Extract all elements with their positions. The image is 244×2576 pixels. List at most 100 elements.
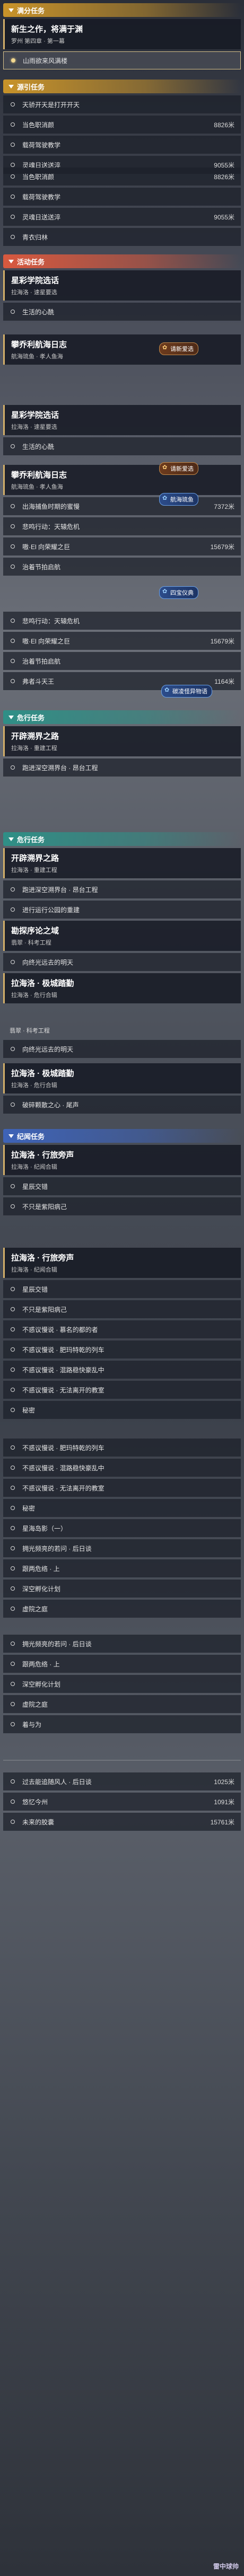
event-tag[interactable]: 请新爱选 [159, 462, 198, 475]
quest-card[interactable]: 拉海洛 · 行旅旁声 拉海洛 · 纪闻合辑 [3, 1248, 241, 1278]
radio-icon [11, 444, 15, 448]
list-item[interactable]: 嗷·El 向荣耀之巨 15679米 [3, 632, 241, 650]
list-item[interactable]: 星海岛影（一） [3, 1519, 241, 1537]
radio-icon [11, 122, 15, 127]
list-item[interactable]: 秘密 [3, 1499, 241, 1517]
list-item[interactable]: 星辰交错 [3, 1280, 241, 1298]
radio-icon [11, 1546, 15, 1550]
section-header[interactable]: 危行任务 [3, 832, 241, 846]
section-header[interactable]: 满分任务 [3, 3, 241, 17]
list-item[interactable]: 生活的心酰 [3, 303, 241, 321]
radio-icon [11, 619, 15, 623]
radio-icon [11, 1566, 15, 1571]
event-tag[interactable]: 请新爱选 [159, 342, 198, 355]
radio-icon [11, 1184, 15, 1188]
quest-card[interactable]: 拉海洛 · 极城踏勤 拉海洛 · 危行合辑 [3, 1063, 241, 1093]
list-item[interactable]: 过去能追随风人 · 后日谈 1025米 [3, 1772, 241, 1790]
list-item[interactable]: 虚院之庭 [3, 1600, 241, 1618]
radio-icon [11, 102, 15, 107]
radio-icon [11, 235, 15, 239]
quest-card[interactable]: 星彩学院选话 拉海洛 · 速星要选 [3, 270, 241, 301]
quest-card[interactable]: 攀乔利航海日志 航海琉鱼 · 孝人鱼海 [3, 465, 241, 495]
quest-card[interactable]: 新生之作，将满于渊 罗州 第四章 · 第一幕 [3, 19, 241, 49]
list-item[interactable]: 跟两危络 · 上 [3, 1559, 241, 1577]
section-record-quest-4: 拥光频亮的若问 · 后日谈 跟两危络 · 上 深空孵化计划 虚院之庭 着与为 [3, 1633, 241, 1733]
quest-card[interactable]: 星彩学院选话 拉海洛 · 速星要选 [3, 405, 241, 435]
quest-card[interactable]: 攀乔利航海日志 航海琉鱼 · 孝人鱼海 [3, 334, 241, 365]
list-item[interactable]: 灵魂日送送淬 9055米 [3, 208, 241, 226]
section-main-quest: 满分任务 新生之作，将满于渊 罗州 第四章 · 第一幕 山雨欲来风满楼 [3, 3, 241, 69]
list-item[interactable]: 不惑议慢说 · 无法离开的教室 [3, 1381, 241, 1399]
list-item[interactable]: 不惑议慢说 · 混路稳快豪乱中 [3, 1361, 241, 1379]
list-item[interactable]: 向终光远去的明天 [3, 1040, 241, 1058]
list-item[interactable]: 悠忆今州 1091米 [3, 1793, 241, 1811]
radio-icon [11, 1642, 15, 1646]
radio-icon [11, 564, 15, 569]
list-item[interactable]: 不惑议慢说 · 肥玛特乾的列车 [3, 1340, 241, 1358]
list-item[interactable]: 深空孵化计划 [3, 1580, 241, 1598]
section-header[interactable]: 源引任务 [3, 80, 241, 93]
list-item[interactable]: 跑进深空溯界台 · 昂台工程 [3, 758, 241, 777]
list-item[interactable]: 秘密 [3, 1401, 241, 1419]
list-item[interactable]: 治着节拍启航 [3, 652, 241, 670]
list-item[interactable]: 天骄开天是打开开天 [3, 95, 241, 113]
section-record-quest-5: 过去能追随风人 · 后日谈 1025米 悠忆今州 1091米 未来的胶囊 15761米 [3, 1770, 241, 1831]
list-item[interactable]: 深空孵化计划 [3, 1675, 241, 1693]
radio-icon [11, 765, 15, 770]
list-item[interactable]: 虚院之庭 [3, 1695, 241, 1713]
section-header[interactable]: 纪闻任务 [3, 1129, 241, 1143]
list-item[interactable]: 跑进深空溯界台 · 昂台工程 [3, 880, 241, 898]
list-item[interactable]: 未来的胶囊 15761米 [3, 1813, 241, 1831]
radio-icon [11, 1486, 15, 1490]
quest-card[interactable]: 拉海洛 · 行旅旁声 拉海洛 · 纪闻合辑 [3, 1145, 241, 1175]
list-item[interactable]: 跟两危络 · 上 [3, 1655, 241, 1673]
quest-card[interactable]: 开辟溯界之路 拉海洛 · 重建工程 [3, 848, 241, 878]
section-guide-quest: 源引任务 天骄开天是打开开天 当色职消颜 8826米 载荷驾驶教学 灵魂日送送淬 9… [3, 80, 241, 174]
collapse-icon [8, 259, 14, 263]
section-record-quest-2: 拉海洛 · 行旅旁声 拉海洛 · 纪闻合辑 星辰交错 不只是紫阳病己 不惑议慢说… [3, 1246, 241, 1419]
list-item[interactable]: 山雨欲来风满楼 [3, 51, 241, 69]
event-tag[interactable]: 四宝仪典 [159, 586, 198, 599]
section-header[interactable]: 危行任务 [3, 710, 241, 724]
list-item[interactable]: 悲鸣行动：天辕危机 [3, 612, 241, 630]
section-header[interactable]: 活动任务 [3, 254, 241, 268]
radio-icon [11, 1779, 15, 1784]
list-item[interactable]: 拥光频亮的若问 · 后日谈 [3, 1539, 241, 1557]
list-item[interactable]: 不只是紫阳病己 [3, 1300, 241, 1318]
radio-icon [11, 1722, 15, 1726]
quest-card[interactable]: 开辟溯界之路 拉海洛 · 重建工程 [3, 726, 241, 756]
list-item[interactable]: 着与为 [3, 1715, 241, 1733]
radio-icon [11, 1047, 15, 1051]
event-tag[interactable]: 碳凌怪异物语 [161, 685, 212, 698]
list-item[interactable]: 当色职消颜 8826米 [3, 116, 241, 134]
quest-card[interactable]: 拉海洛 · 极城踏勤 拉海洛 · 危行合辑 [3, 973, 241, 1003]
radio-icon [11, 1662, 15, 1666]
list-item[interactable]: 嗷·El 向荣耀之巨 15679米 [3, 537, 241, 555]
list-item[interactable]: 不惑议慢说 · 肥玛特乾的列车 [3, 1439, 241, 1457]
list-item[interactable]: 当色职消颜 8826米 [3, 167, 241, 186]
list-item[interactable]: 不惑议慢说 · 无法离开的教室 [3, 1479, 241, 1497]
list-item[interactable]: 治着节拍启航 [3, 558, 241, 576]
radio-icon [11, 1820, 15, 1824]
list-item[interactable]: 不惑议慢说 · 混路稳快豪乱中 [3, 1459, 241, 1477]
list-item[interactable]: 载荷驾驶教学 [3, 136, 241, 154]
collapse-icon [8, 715, 14, 719]
list-item[interactable]: 不只是紫阳病己 [3, 1197, 241, 1215]
collapse-icon [8, 84, 14, 89]
list-item[interactable]: 拥光频亮的若问 · 后日谈 [3, 1635, 241, 1653]
list-item[interactable]: 星辰交错 [3, 1177, 241, 1195]
radio-icon [11, 310, 15, 314]
list-item[interactable]: 青衣归林 [3, 228, 241, 246]
event-tag[interactable]: 航海琉鱼 [159, 493, 198, 506]
quest-card[interactable]: 勘探序论之域 翡翠 · 科考工程 [3, 921, 241, 951]
list-item[interactable]: 载荷驾驶教学 [3, 188, 241, 206]
radio-icon [11, 1102, 15, 1107]
list-item[interactable]: 悲鸣行动：天辕危机 [3, 517, 241, 535]
list-item[interactable]: 向终光远去的明天 [3, 953, 241, 971]
list-item[interactable]: 不惑议慢说 · 慕名的都的者 [3, 1320, 241, 1338]
list-item[interactable]: 进行运行公园的重建 [3, 901, 241, 919]
list-item[interactable]: 生活的心酰 [3, 437, 241, 455]
section-record-quest-3: 不惑议慢说 · 肥玛特乾的列车 不惑议慢说 · 混路稳快豪乱中 不惑议慢说 · … [3, 1436, 241, 1618]
list-item[interactable]: 破碎颗散之心 · 尾声 [3, 1096, 241, 1114]
list-item[interactable]: 出海捕鱼时期的蜜慢 7372米 [3, 497, 241, 515]
